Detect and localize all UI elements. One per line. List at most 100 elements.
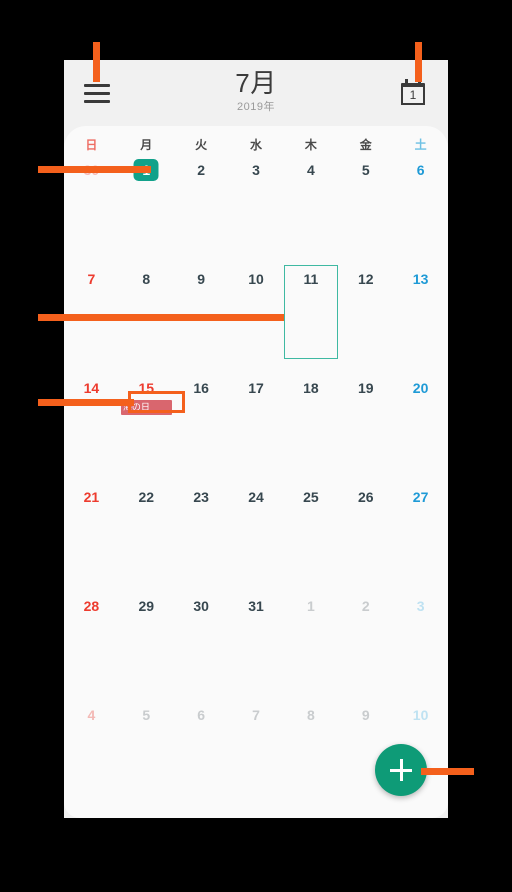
calendar-day-cell[interactable]: 5 (338, 154, 393, 263)
day-number: 29 (138, 598, 155, 614)
calendar-day-cell[interactable]: 14 (64, 372, 119, 481)
day-number: 21 (83, 489, 100, 505)
weekday-header-row: 日月火水木金土 (64, 126, 448, 154)
calendar-day-cell[interactable]: 1 (283, 590, 338, 699)
day-number: 20 (412, 380, 429, 396)
calendar-day-cell[interactable]: 12 (338, 263, 393, 372)
weekday-header-3: 水 (250, 138, 263, 152)
calendar-day-cell[interactable]: 13 (393, 263, 448, 372)
annotation-line-fab (421, 768, 474, 775)
calendar-day-cell[interactable]: 30 (174, 590, 229, 699)
calendar-day-cell[interactable]: 2 (174, 154, 229, 263)
day-number: 1 (306, 598, 315, 614)
calendar-card: 日月火水木金土 30123456789101112131415海の日161718… (64, 126, 448, 818)
calendar-day-cell[interactable]: 7 (229, 699, 284, 808)
annotation-line-today-icon (415, 42, 422, 82)
calendar-grid: 30123456789101112131415海の日16171819202122… (64, 154, 448, 808)
calendar-day-cell[interactable]: 4 (283, 154, 338, 263)
calendar-day-cell[interactable]: 24 (229, 481, 284, 590)
calendar-day-cell[interactable]: 3 (229, 154, 284, 263)
calendar-day-cell[interactable]: 3 (393, 590, 448, 699)
day-number: 25 (303, 489, 319, 505)
day-number: 3 (416, 598, 425, 614)
day-number: 6 (197, 707, 206, 723)
day-number: 10 (412, 707, 429, 723)
calendar-week-row: 21 22 23 24 25 26 27 (64, 481, 448, 590)
calendar-day-cell[interactable]: 25 (283, 481, 338, 590)
calendar-day-cell[interactable]: 27 (393, 481, 448, 590)
annotation-line-event-chip (38, 399, 134, 406)
calendar-day-cell[interactable]: 20 (393, 372, 448, 481)
calendar-today-number: 1 (409, 87, 417, 102)
screenshot-canvas: 7月 2019年 1 日月火水木金土 301234567891011121314… (0, 0, 512, 892)
calendar-day-cell[interactable]: 28 (64, 590, 119, 699)
day-number: 22 (138, 489, 155, 505)
weekday-header-1: 月 (140, 138, 153, 152)
calendar-day-cell[interactable]: 16 (174, 372, 229, 481)
day-number: 18 (303, 380, 319, 396)
month-label: 7月 (235, 68, 277, 98)
plus-icon-vertical (399, 759, 403, 781)
annotation-line-today-badge (38, 166, 151, 173)
weekday-header-2: 火 (195, 138, 208, 152)
add-event-fab[interactable] (375, 744, 427, 796)
day-number: 9 (197, 271, 206, 287)
day-number: 27 (412, 489, 429, 505)
calendar-week-row: 28 29 30 31 1 2 3 (64, 590, 448, 699)
calendar-week-row: 14 15 海の日 16 17 18 19 20 (64, 372, 448, 481)
calendar-day-cell[interactable]: 21 (64, 481, 119, 590)
day-number: 16 (193, 380, 209, 396)
calendar-day-cell[interactable]: 6 (393, 154, 448, 263)
day-number: 10 (248, 271, 264, 287)
calendar-body: 1 (401, 87, 425, 105)
annotation-line-selected-day (38, 314, 284, 321)
phone-screen: 7月 2019年 1 日月火水木金土 301234567891011121314… (64, 60, 448, 818)
weekday-header-6: 土 (414, 138, 427, 152)
day-number: 11 (303, 271, 319, 287)
calendar-day-cell[interactable]: 23 (174, 481, 229, 590)
calendar-day-cell[interactable]: 11 (283, 263, 338, 372)
day-number: 12 (357, 271, 374, 287)
calendar-day-cell[interactable]: 19 (338, 372, 393, 481)
day-number: 7 (87, 271, 96, 287)
weekday-header-0: 日 (85, 138, 98, 152)
day-number: 3 (252, 162, 260, 178)
calendar-day-cell[interactable]: 29 (119, 590, 174, 699)
calendar-day-cell[interactable]: 15 海の日 (119, 372, 174, 481)
calendar-day-cell[interactable]: 4 (64, 699, 119, 808)
year-label: 2019年 (237, 101, 275, 113)
day-number: 5 (361, 162, 370, 178)
day-number: 2 (361, 598, 370, 614)
day-number: 15 (138, 380, 155, 396)
day-number: 4 (306, 162, 315, 178)
calendar-day-cell[interactable]: 6 (174, 699, 229, 808)
day-number: 24 (248, 489, 264, 505)
day-number: 17 (248, 380, 264, 396)
day-number: 26 (357, 489, 374, 505)
day-number: 9 (361, 707, 370, 723)
day-number: 8 (306, 707, 315, 723)
day-number: 2 (197, 162, 206, 178)
weekday-header-5: 金 (359, 138, 372, 152)
day-number: 30 (193, 598, 209, 614)
weekday-header-4: 木 (304, 138, 317, 152)
calendar-day-cell[interactable]: 26 (338, 481, 393, 590)
calendar-day-cell[interactable]: 18 (283, 372, 338, 481)
day-number: 13 (412, 271, 429, 287)
calendar-day-cell[interactable]: 8 (283, 699, 338, 808)
calendar-day-cell[interactable]: 2 (338, 590, 393, 699)
day-number: 6 (416, 162, 425, 178)
day-number: 23 (193, 489, 209, 505)
calendar-day-cell[interactable]: 5 (119, 699, 174, 808)
calendar-day-cell[interactable]: 17 (229, 372, 284, 481)
calendar-day-cell[interactable]: 22 (119, 481, 174, 590)
day-number: 7 (252, 707, 260, 723)
day-number: 5 (142, 707, 151, 723)
annotation-line-menu (93, 42, 100, 82)
calendar-today-icon[interactable]: 1 (401, 79, 425, 105)
day-number: 4 (87, 707, 96, 723)
calendar-day-cell[interactable]: 31 (229, 590, 284, 699)
day-number: 28 (83, 598, 100, 614)
app-bar: 7月 2019年 1 (64, 60, 448, 126)
day-number: 19 (357, 380, 374, 396)
